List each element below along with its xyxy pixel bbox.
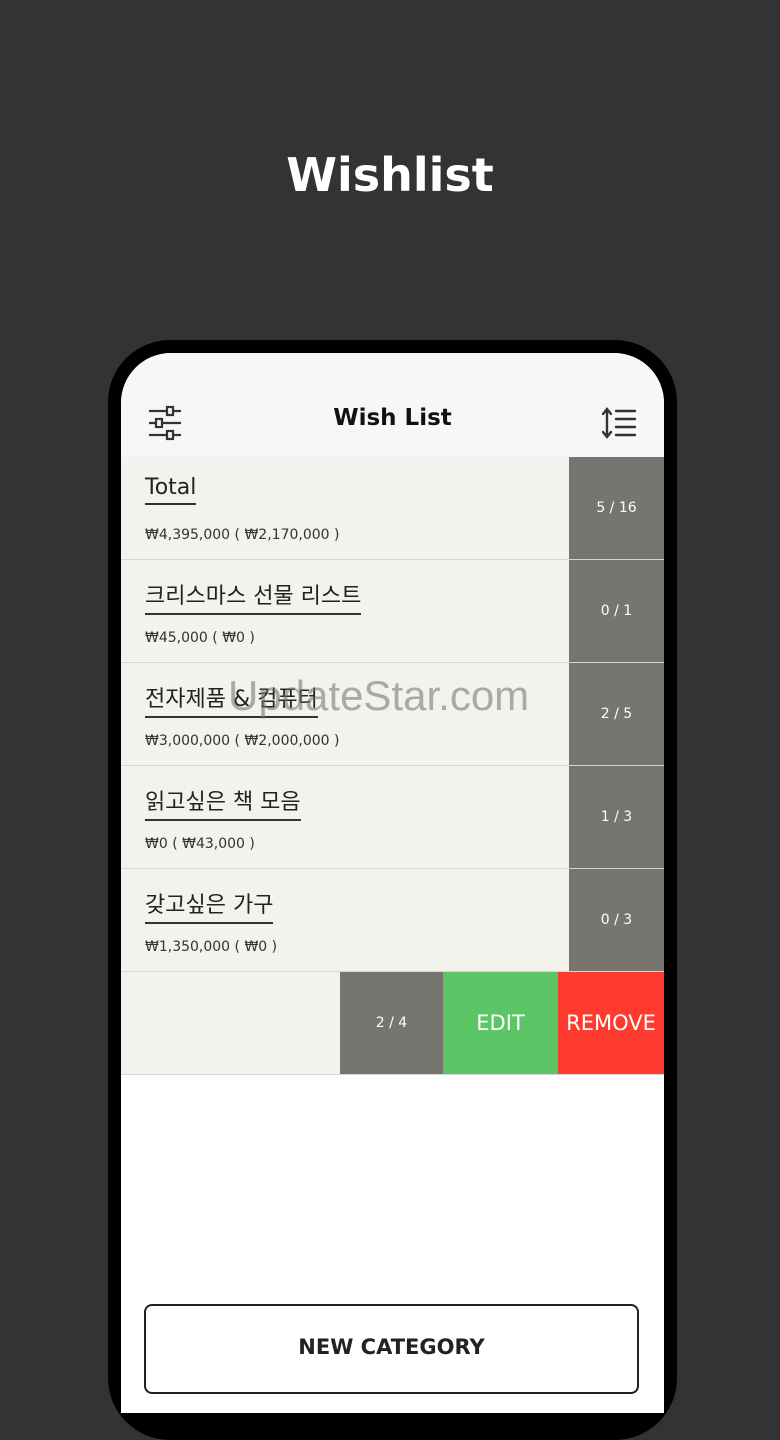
category-row[interactable]: 읽고싶은 책 모음 ₩0 ( ₩43,000 ) 1 / 3 [121,766,664,869]
category-price: ₩3,000,000 ( ₩2,000,000 ) [145,733,340,749]
edit-button[interactable]: EDIT [443,972,558,1074]
category-count: 1 / 3 [569,766,664,868]
category-price: ₩45,000 ( ₩0 ) [145,630,255,646]
category-count: 5 / 16 [569,457,664,559]
category-row-swiped[interactable]: 2 / 4 EDIT REMOVE [121,972,664,1075]
category-title: 읽고싶은 책 모음 [145,784,301,821]
category-count: 2 / 4 [340,972,443,1074]
category-row[interactable]: 갖고싶은 가구 ₩1,350,000 ( ₩0 ) 0 / 3 [121,869,664,972]
page-title: Wish List [333,405,452,431]
app-screen: Wish List Total ₩4,395,000 ( ₩2,170,000 … [121,353,664,1413]
category-row-total[interactable]: Total ₩4,395,000 ( ₩2,170,000 ) 5 / 16 [121,457,664,560]
category-count: 0 / 1 [569,560,664,662]
promo-title: Wishlist [286,148,494,202]
navbar: Wish List [121,353,664,458]
category-price: ₩0 ( ₩43,000 ) [145,836,255,852]
category-title: 크리스마스 선물 리스트 [145,578,362,615]
category-title: Total [145,475,197,505]
category-price: ₩1,350,000 ( ₩0 ) [145,939,278,955]
category-list: Total ₩4,395,000 ( ₩2,170,000 ) 5 / 16 크… [121,457,664,1075]
category-count: 2 / 5 [569,663,664,765]
category-count: 0 / 3 [569,869,664,971]
new-category-button[interactable]: NEW CATEGORY [144,1304,639,1394]
category-title: 갖고싶은 가구 [145,887,274,924]
sort-icon[interactable] [599,403,639,443]
category-row[interactable]: 크리스마스 선물 리스트 ₩45,000 ( ₩0 ) 0 / 1 [121,560,664,663]
watermark: UpdateStar.com [228,672,530,719]
remove-button[interactable]: REMOVE [558,972,664,1074]
category-price: ₩4,395,000 ( ₩2,170,000 ) [145,527,340,543]
